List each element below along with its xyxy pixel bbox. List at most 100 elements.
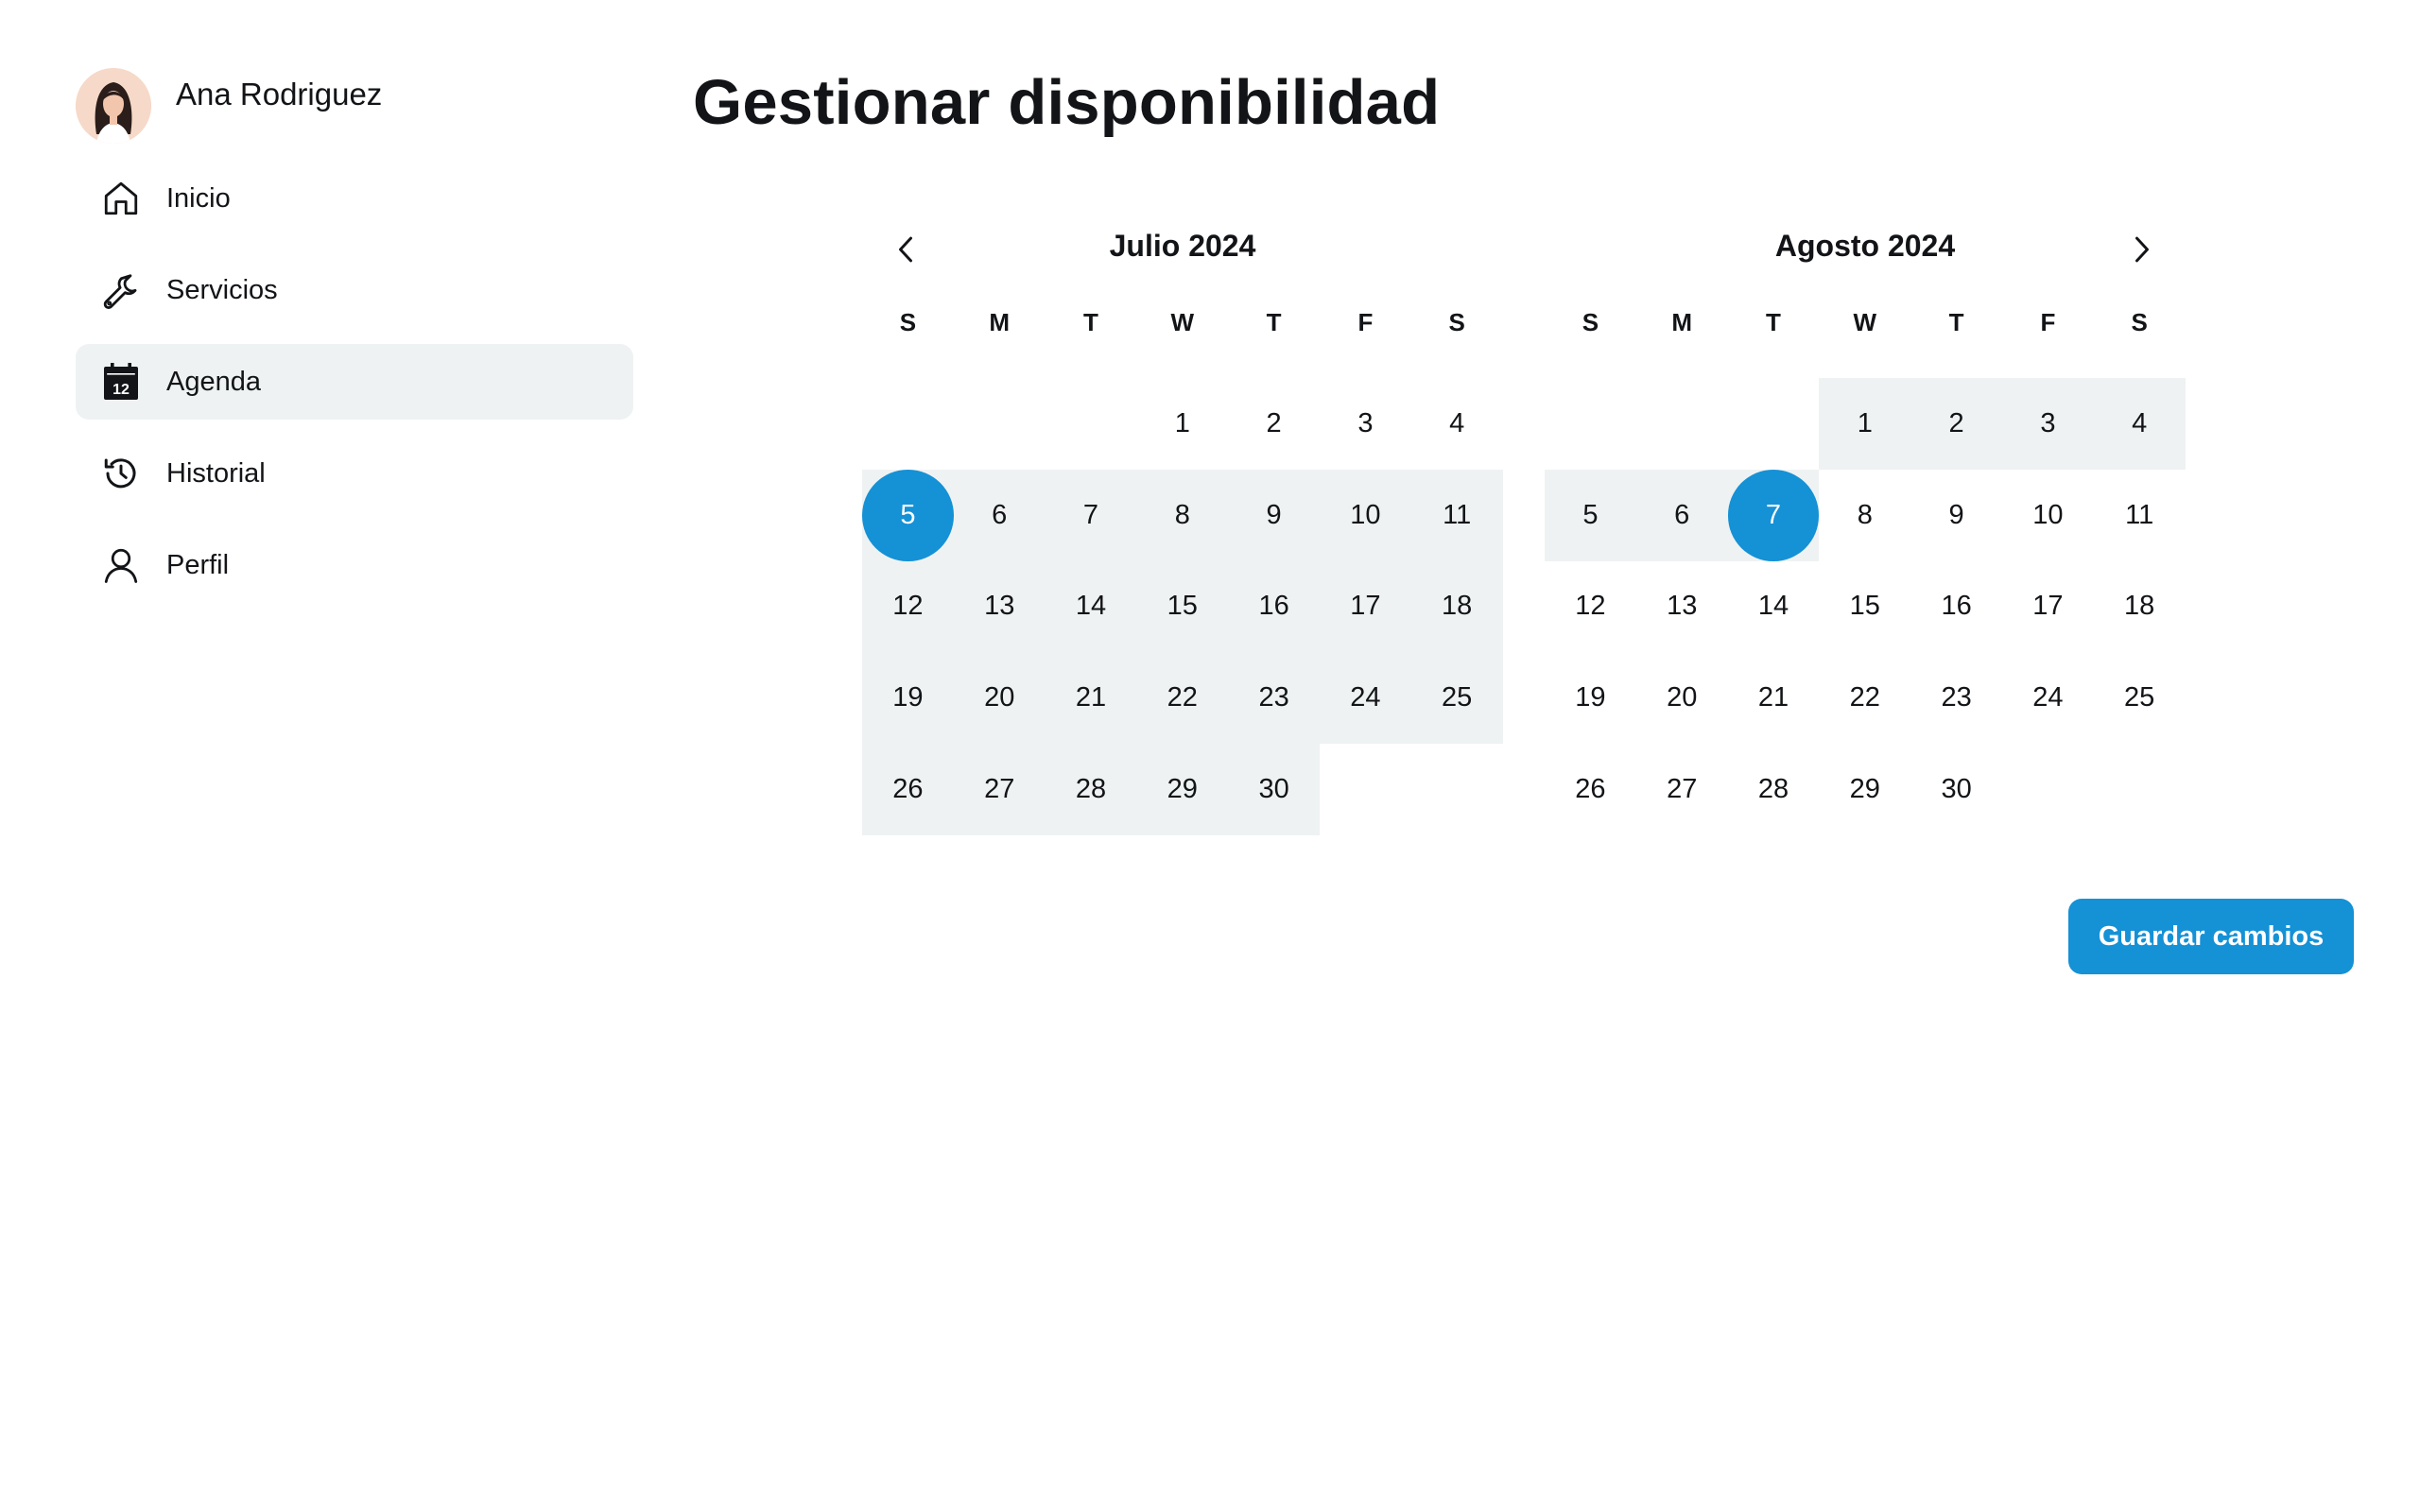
sidebar-item-servicios[interactable]: Servicios [76,252,633,328]
day-cell[interactable]: 10 [2002,470,2094,561]
avatar[interactable] [76,68,151,144]
day-number: 29 [1849,774,1880,805]
day-cell[interactable]: 1 [1819,378,1911,470]
day-cell[interactable]: 7 [1045,469,1137,561]
day-cell[interactable]: 27 [953,744,1046,835]
day-number: 20 [984,682,1015,713]
day-cell-selected[interactable]: 7 [1727,469,1820,561]
user-name: Ana Rodriguez [176,77,383,112]
day-cell[interactable]: 26 [1545,744,1636,835]
day-number: 26 [1575,774,1606,805]
day-number: 16 [1941,591,1972,622]
day-number: 16 [1258,591,1289,622]
day-cell[interactable]: 1 [1136,378,1228,470]
day-cell[interactable]: 2 [1910,378,2002,470]
day-cell[interactable]: 16 [1910,561,2002,653]
day-cell[interactable]: 11 [1410,469,1503,561]
sidebar-item-inicio[interactable]: Inicio [76,161,633,236]
day-number: 9 [1948,499,1964,530]
weekday-label: M [1671,308,1693,336]
day-number: 29 [1167,774,1198,805]
sidebar-item-historial[interactable]: Historial [76,436,633,511]
day-cell-selected[interactable]: 5 [862,469,954,561]
day-number: 9 [1266,499,1282,530]
weekday-header: SMTWTFS [1545,306,2186,376]
day-cell[interactable]: 22 [1819,652,1910,744]
day-number: 18 [1442,591,1473,622]
day-cell[interactable]: 21 [1728,652,1820,744]
day-cell[interactable]: 13 [1636,561,1728,653]
day-number: 26 [892,774,924,805]
day-number: 8 [1174,499,1190,530]
day-cell[interactable]: 12 [862,560,954,653]
day-cell[interactable]: 30 [1228,744,1320,835]
day-cell[interactable]: 24 [1319,652,1411,745]
day-cell[interactable]: 14 [1045,560,1137,653]
day-cell[interactable]: 29 [1819,744,1910,835]
day-cell[interactable]: 19 [1545,652,1636,744]
day-number: 25 [2124,682,2155,713]
day-cell[interactable]: 8 [1819,470,1910,561]
day-cell[interactable]: 14 [1728,561,1820,653]
day-number: 2 [1948,407,1964,438]
day-cell[interactable]: 3 [1320,378,1411,470]
day-cell[interactable]: 17 [1319,560,1411,653]
day-cell[interactable]: 26 [862,744,954,835]
day-number: 13 [1667,591,1698,622]
day-cell[interactable]: 20 [1636,652,1728,744]
day-cell[interactable]: 10 [1319,469,1411,561]
day-cell[interactable]: 4 [1411,378,1503,470]
day-cell[interactable]: 25 [2094,652,2186,744]
day-number: 4 [1449,407,1465,438]
weekday-label: M [989,308,1011,336]
day-cell[interactable]: 3 [2001,378,2094,470]
day-cell[interactable]: 28 [1045,744,1137,835]
day-cell[interactable]: 29 [1136,744,1229,835]
day-number: 14 [1757,591,1789,622]
day-cell[interactable]: 22 [1136,652,1229,745]
day-cell[interactable]: 27 [1636,744,1728,835]
weekday-label: S [1448,308,1465,336]
next-month-button[interactable] [2123,231,2161,268]
day-number: 7 [1765,499,1782,530]
day-cell[interactable]: 13 [953,560,1046,653]
day-cell[interactable]: 9 [1228,469,1320,561]
day-cell[interactable]: 12 [1545,561,1636,653]
weekday-label: S [1582,308,1599,336]
day-number: 11 [1443,499,1472,530]
day-cell[interactable]: 9 [1910,470,2002,561]
day-cell[interactable]: 20 [953,652,1046,745]
day-cell[interactable]: 15 [1819,561,1910,653]
day-number: 28 [1757,774,1789,805]
sidebar-item-agenda[interactable]: 12 Agenda [76,344,633,420]
day-cell[interactable]: 25 [1410,652,1503,745]
day-number: 1 [1174,407,1190,438]
chevron-right-icon [2135,236,2149,263]
day-cell[interactable]: 8 [1136,469,1229,561]
user-profile[interactable]: Ana Rodriguez [76,68,633,144]
day-cell[interactable]: 6 [1635,469,1728,561]
day-cell[interactable]: 2 [1228,378,1320,470]
day-cell[interactable]: 15 [1136,560,1229,653]
day-cell[interactable]: 6 [953,469,1046,561]
day-cell[interactable]: 11 [2094,470,2186,561]
month-title: Julio 2024 [1109,229,1256,263]
day-cell[interactable]: 16 [1228,560,1320,653]
day-cell[interactable]: 19 [862,652,954,745]
save-changes-button[interactable]: Guardar cambios [2068,899,2354,974]
page-title: Gestionar disponibilidad [693,67,1441,138]
day-cell[interactable]: 4 [2093,378,2186,470]
sidebar-item-perfil[interactable]: Perfil [76,527,633,603]
day-cell[interactable]: 23 [1910,652,2002,744]
day-cell[interactable]: 18 [2094,561,2186,653]
day-cell[interactable]: 21 [1045,652,1137,745]
day-cell[interactable]: 5 [1545,469,1636,561]
day-cell[interactable]: 17 [2002,561,2094,653]
weekday-header: SMTWTFS [862,306,1503,376]
day-cell[interactable]: 24 [2002,652,2094,744]
sidebar-item-label: Historial [166,457,266,489]
day-cell[interactable]: 30 [1910,744,2002,835]
day-cell[interactable]: 23 [1228,652,1320,745]
day-cell[interactable]: 18 [1410,560,1503,653]
day-cell[interactable]: 28 [1728,744,1820,835]
